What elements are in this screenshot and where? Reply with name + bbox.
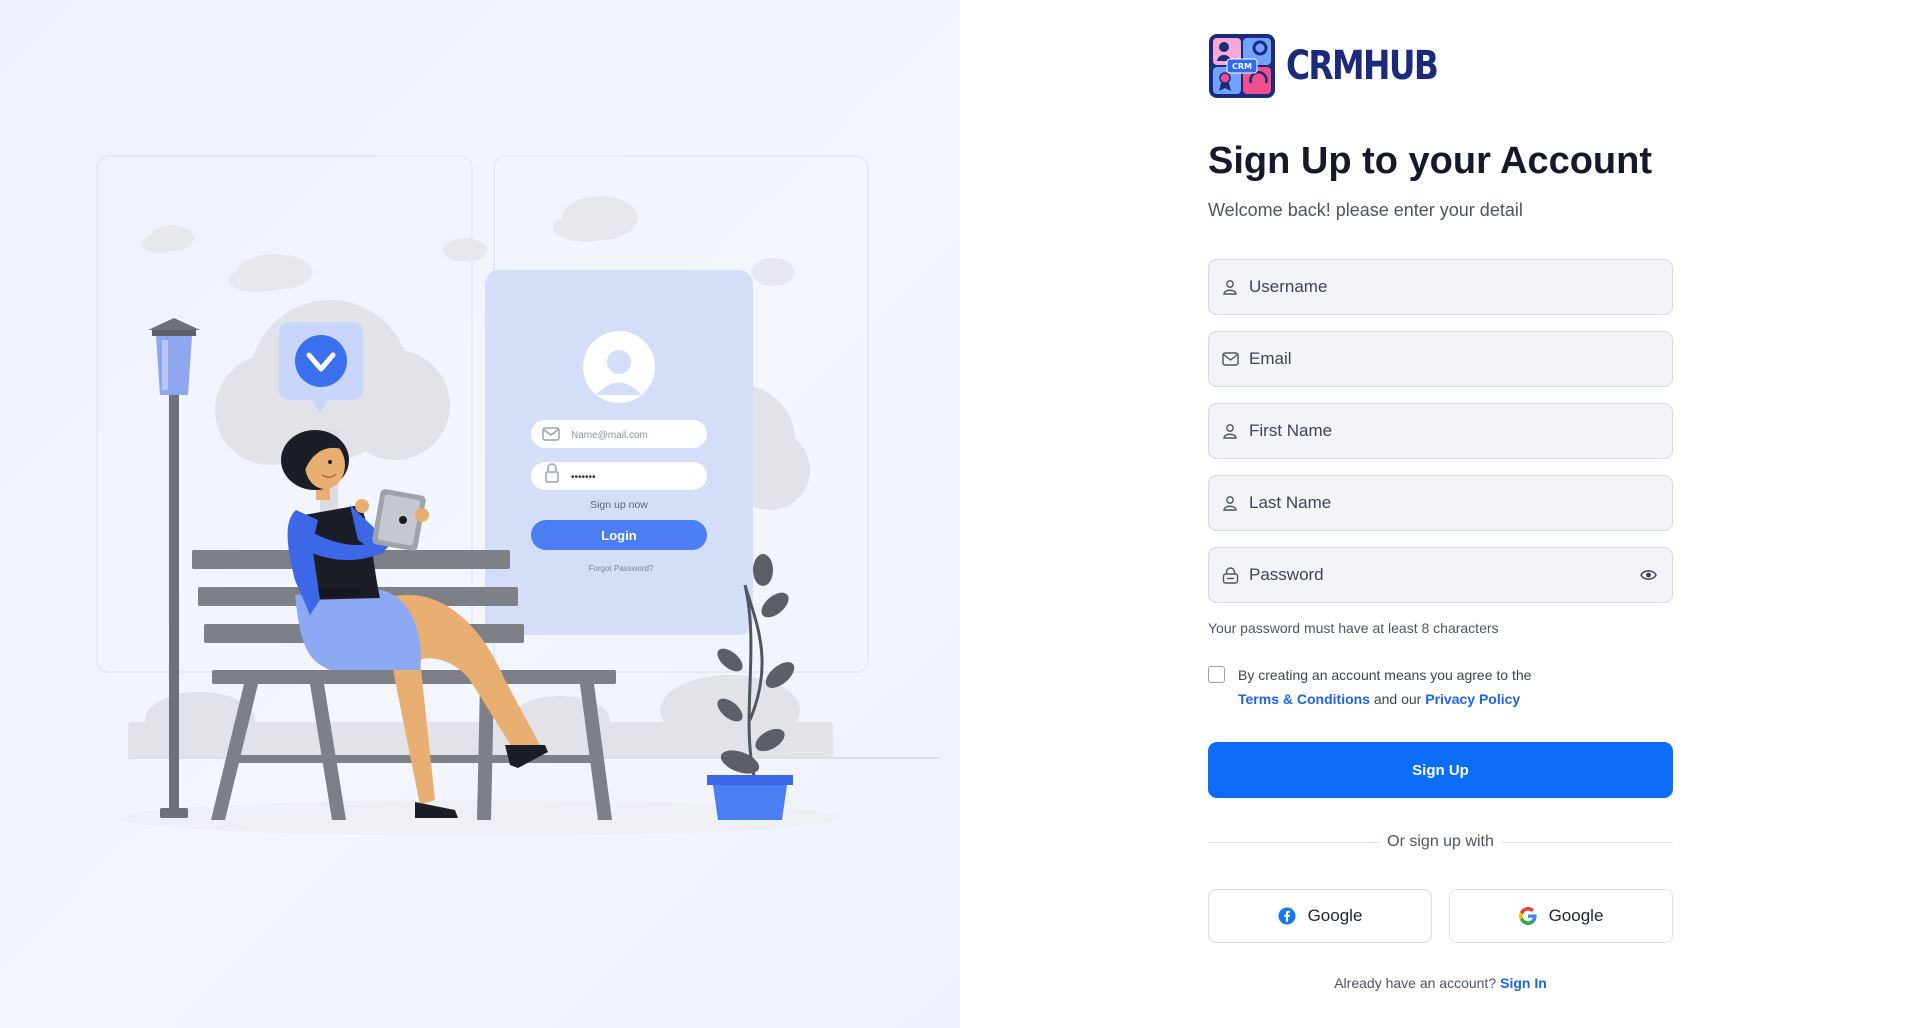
privacy-link[interactable]: Privacy Policy [1425, 691, 1520, 707]
page-title: Sign Up to your Account [1208, 140, 1653, 182]
sign-in-prompt: Already have an account? Sign In [1208, 975, 1673, 991]
illus-signup-link: Sign up now [590, 499, 648, 511]
login-illustration: Name@mail.com ••••••• Sign up now Login … [96, 155, 940, 836]
username-input[interactable] [1249, 260, 1672, 314]
mail-icon [1221, 350, 1239, 368]
sign-up-button[interactable]: Sign Up [1208, 742, 1673, 798]
first-name-input[interactable] [1249, 404, 1672, 458]
logo-badge-text: CRM [1232, 62, 1252, 71]
signup-panel: CRM CRMHUB Sign Up to your Account Welco… [960, 0, 1920, 1028]
agreement-text: By creating an account means you agree t… [1238, 663, 1531, 711]
facebook-signup-button[interactable]: Google [1208, 889, 1432, 943]
terms-checkbox[interactable] [1208, 666, 1225, 683]
illustration-panel: Name@mail.com ••••••• Sign up now Login … [0, 0, 960, 1028]
user-icon [1221, 494, 1239, 512]
sign-in-link[interactable]: Sign In [1500, 975, 1547, 991]
illus-forgot-link: Forgot Password? [589, 564, 654, 573]
first-name-field[interactable] [1208, 403, 1673, 459]
password-hint: Your password must have at least 8 chara… [1208, 620, 1499, 636]
illus-password-text: ••••••• [571, 472, 596, 483]
sign-in-prompt-text: Already have an account? [1334, 975, 1497, 991]
facebook-signup-label: Google [1307, 906, 1363, 925]
last-name-input[interactable] [1249, 476, 1672, 530]
page-subtitle: Welcome back! please enter your detail [1208, 200, 1523, 220]
terms-link[interactable]: Terms & Conditions [1238, 691, 1370, 707]
user-icon [1221, 278, 1239, 296]
illus-email-text: Name@mail.com [571, 430, 648, 441]
social-divider: Or sign up with [1208, 830, 1673, 854]
password-field[interactable] [1208, 547, 1673, 603]
divider-line [1501, 841, 1673, 843]
lock-icon [1221, 566, 1239, 584]
terms-agreement: By creating an account means you agree t… [1208, 663, 1673, 711]
google-signup-label: Google [1548, 906, 1604, 925]
user-icon [1221, 422, 1239, 440]
email-field[interactable] [1208, 331, 1673, 387]
agreement-prefix: By creating an account means you agree t… [1238, 667, 1532, 683]
divider-label: Or sign up with [1387, 833, 1494, 850]
illus-login-button: Login [601, 528, 636, 543]
crm-logo-icon: CRM [1209, 34, 1275, 98]
brand-logo[interactable]: CRM CRMHUB [1208, 33, 1470, 99]
username-field[interactable] [1208, 259, 1673, 315]
password-input[interactable] [1249, 548, 1638, 602]
google-signup-button[interactable]: Google [1449, 889, 1673, 943]
agreement-middle: and our [1373, 691, 1422, 707]
divider-line [1208, 841, 1380, 843]
eye-icon[interactable] [1638, 565, 1658, 585]
email-input[interactable] [1249, 332, 1672, 386]
google-icon [1518, 907, 1537, 925]
facebook-icon [1278, 907, 1296, 925]
last-name-field[interactable] [1208, 475, 1673, 531]
brand-name: CRMHUB [1286, 43, 1439, 89]
